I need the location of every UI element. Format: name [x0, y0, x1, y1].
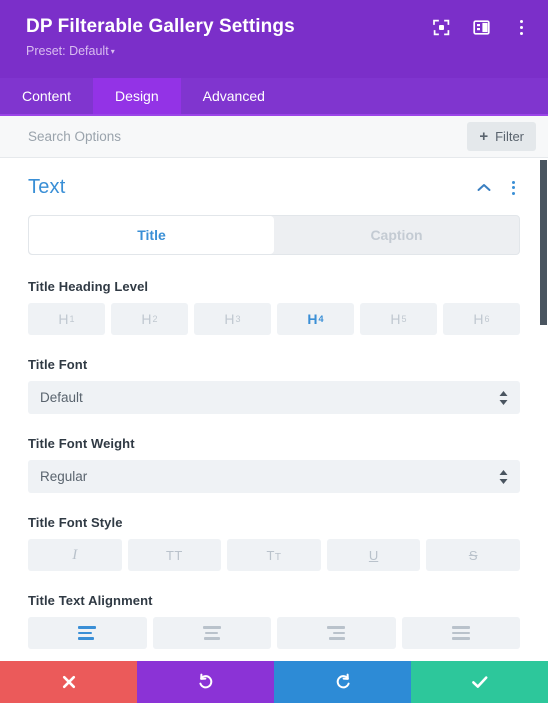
align-justify-button[interactable]	[401, 617, 520, 649]
align-justify-icon	[451, 626, 470, 640]
align-left-icon	[78, 626, 97, 640]
font-style-italic-button[interactable]: I	[28, 539, 122, 571]
align-right-button[interactable]	[277, 617, 396, 649]
dot	[519, 25, 523, 29]
h-letter: H	[224, 311, 235, 327]
field-title-font-style: Title Font Style I TT TT U S	[28, 515, 520, 571]
more-options-icon[interactable]	[510, 16, 532, 38]
field-title-font: Title Font Default	[28, 357, 520, 414]
undo-icon	[198, 673, 212, 689]
field-label: Title Font Style	[28, 515, 123, 530]
dot	[519, 19, 523, 23]
small-caps-icon: TT	[266, 547, 282, 563]
heading-level-h3-button[interactable]: H3	[194, 303, 271, 335]
font-style-uppercase-button[interactable]: TT	[127, 539, 222, 571]
tab-bar: Content Design Advanced	[0, 78, 548, 116]
section-more-options-icon[interactable]	[506, 179, 520, 197]
heading-level-h1-button[interactable]: H1	[28, 303, 105, 335]
field-title-text-alignment: Title Text Alignment	[28, 593, 520, 649]
title-caption-toggle: Title Caption	[28, 215, 520, 255]
font-style-options: I TT TT U S	[28, 539, 520, 571]
scrollbar[interactable]	[540, 158, 548, 681]
chevron-down-icon: ▾	[110, 47, 115, 56]
preset-selector[interactable]: Preset: Default ▾	[26, 43, 526, 61]
heading-level-options: H1 H2 H3 H4 H5 H6	[28, 303, 520, 335]
title-font-weight-select-wrap: Regular	[28, 460, 520, 493]
field-label: Title Font Weight	[28, 436, 135, 451]
save-button[interactable]	[411, 661, 548, 703]
align-center-button[interactable]	[152, 617, 271, 649]
tab-content[interactable]: Content	[0, 78, 93, 114]
focus-mode-icon[interactable]	[430, 16, 452, 38]
align-left-button[interactable]	[28, 617, 147, 649]
heading-level-h6-button[interactable]: H6	[443, 303, 520, 335]
redo-icon	[336, 673, 350, 689]
tab-design[interactable]: Design	[93, 78, 181, 114]
check-icon	[471, 676, 487, 688]
dot	[511, 180, 515, 184]
filter-button-label: Filter	[495, 129, 524, 144]
modal-header: DP Filterable Gallery Settings Preset: D…	[0, 0, 548, 78]
chevron-up-icon[interactable]	[476, 180, 492, 196]
h-letter: H	[307, 311, 318, 327]
dot	[519, 31, 523, 35]
underline-icon: U	[368, 547, 379, 563]
section-title: Text	[28, 176, 66, 198]
heading-level-h4-button[interactable]: H4	[277, 303, 354, 335]
settings-scroll-area: Text Title Caption Title Heading Level H…	[0, 158, 548, 681]
header-icon-group	[430, 16, 532, 38]
font-style-strikethrough-button[interactable]: S	[426, 539, 520, 571]
text-section: Text Title Caption Title Heading Level H…	[0, 158, 548, 649]
h-number: 6	[484, 314, 490, 324]
font-style-underline-button[interactable]: U	[326, 539, 421, 571]
dot	[511, 186, 515, 189]
h-number: 4	[318, 314, 324, 324]
search-input[interactable]	[28, 129, 468, 144]
preset-label: Preset: Default	[26, 44, 109, 58]
settings-modal: DP Filterable Gallery Settings Preset: D…	[0, 0, 548, 703]
heading-level-h2-button[interactable]: H2	[111, 303, 188, 335]
h-letter: H	[58, 311, 69, 327]
uppercase-icon: TT	[165, 547, 183, 563]
italic-icon: I	[72, 546, 78, 563]
action-bar	[0, 661, 548, 703]
search-bar: + Filter	[0, 116, 548, 158]
h-number: 2	[152, 314, 158, 324]
h-letter: H	[390, 311, 401, 327]
strikethrough-icon: S	[468, 547, 478, 563]
text-section-header: Text	[28, 176, 520, 199]
close-icon	[62, 675, 75, 689]
field-title-heading-level: Title Heading Level H1 H2 H3 H4 H 5 H 6	[28, 279, 520, 335]
section-header-icons	[476, 179, 520, 197]
align-center-icon	[202, 626, 221, 640]
layout-panel-icon[interactable]	[470, 16, 492, 38]
scrollbar-thumb[interactable]	[540, 160, 547, 325]
field-label: Title Heading Level	[28, 279, 149, 294]
filter-button[interactable]: + Filter	[467, 122, 536, 151]
field-title-font-weight: Title Font Weight Regular	[28, 436, 520, 493]
field-label: Title Text Alignment	[28, 593, 153, 608]
font-style-small-caps-button[interactable]: TT	[227, 539, 321, 571]
dot	[511, 191, 515, 195]
text-alignment-options	[28, 617, 520, 649]
tab-advanced[interactable]: Advanced	[181, 78, 287, 114]
undo-button[interactable]	[137, 661, 274, 703]
h-number: 3	[235, 314, 241, 324]
field-label: Title Font	[28, 357, 88, 372]
h-letter: H	[473, 311, 484, 327]
heading-level-h5-button[interactable]: H5	[360, 303, 437, 335]
toggle-caption[interactable]: Caption	[274, 216, 519, 254]
title-font-select-wrap: Default	[28, 381, 520, 414]
h-number: 1	[69, 314, 75, 324]
title-font-weight-select[interactable]: Regular	[28, 460, 520, 493]
cancel-button[interactable]	[0, 661, 137, 703]
plus-icon: +	[479, 127, 489, 145]
title-font-select[interactable]: Default	[28, 381, 520, 414]
align-right-icon	[327, 626, 346, 640]
redo-button[interactable]	[274, 661, 411, 703]
h-number: 5	[401, 314, 407, 324]
h-letter: H	[141, 311, 152, 327]
toggle-title[interactable]: Title	[29, 216, 274, 254]
